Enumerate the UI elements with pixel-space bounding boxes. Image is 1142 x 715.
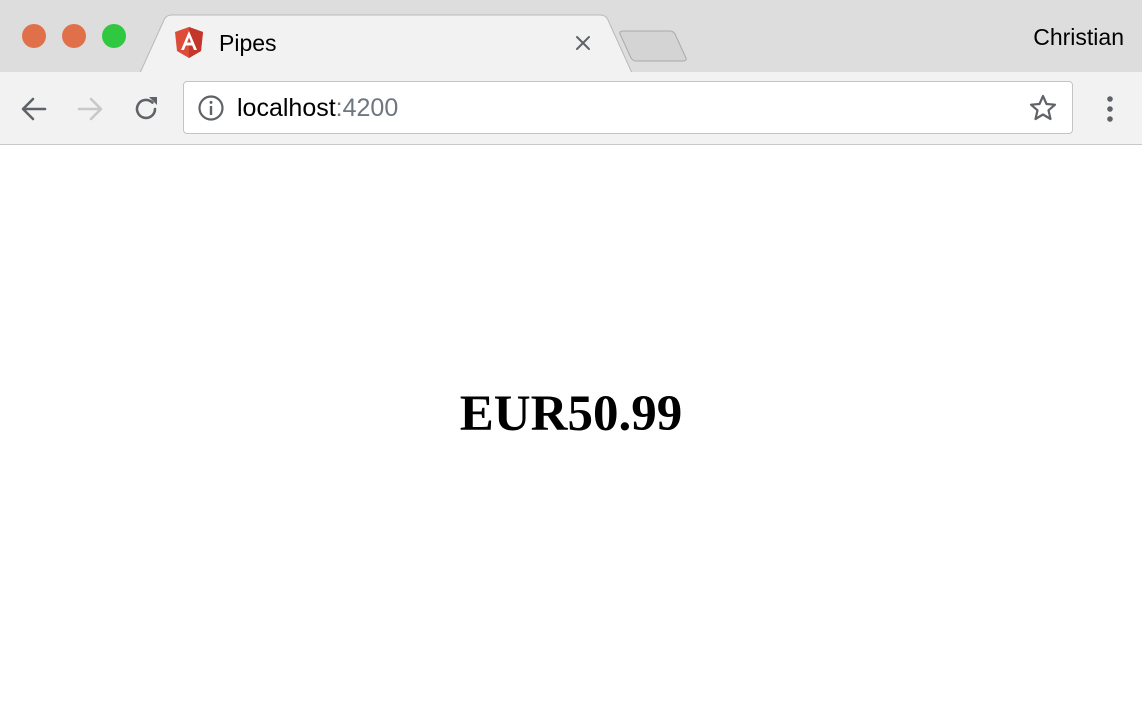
new-tab-icon[interactable] xyxy=(619,30,687,62)
url-text[interactable]: localhost:4200 xyxy=(237,93,398,123)
browser-toolbar: localhost:4200 xyxy=(0,72,1142,145)
address-bar[interactable]: localhost:4200 xyxy=(183,81,1073,134)
url-host: localhost xyxy=(237,94,336,122)
reload-icon[interactable] xyxy=(128,91,164,127)
arrow-left-icon[interactable] xyxy=(16,91,52,127)
price-heading: EUR50.99 xyxy=(459,386,683,442)
vertical-dots-icon[interactable] xyxy=(1096,91,1124,127)
profile-name[interactable]: Christian xyxy=(1033,22,1124,52)
tab-strip: Pipes Christian xyxy=(0,0,1142,72)
tab-pipes[interactable] xyxy=(139,14,633,72)
page-viewport: EUR50.99 xyxy=(0,146,1142,715)
browser-window: Pipes Christian localhost:4200 EUR50.99 xyxy=(0,0,1142,715)
url-port: :4200 xyxy=(335,94,399,122)
info-icon[interactable] xyxy=(197,94,225,122)
arrow-right-icon[interactable] xyxy=(72,91,108,127)
close-icon[interactable] xyxy=(570,30,596,56)
star-icon[interactable] xyxy=(1028,93,1058,123)
tab-title: Pipes xyxy=(219,30,277,56)
angular-logo-icon xyxy=(175,27,203,58)
